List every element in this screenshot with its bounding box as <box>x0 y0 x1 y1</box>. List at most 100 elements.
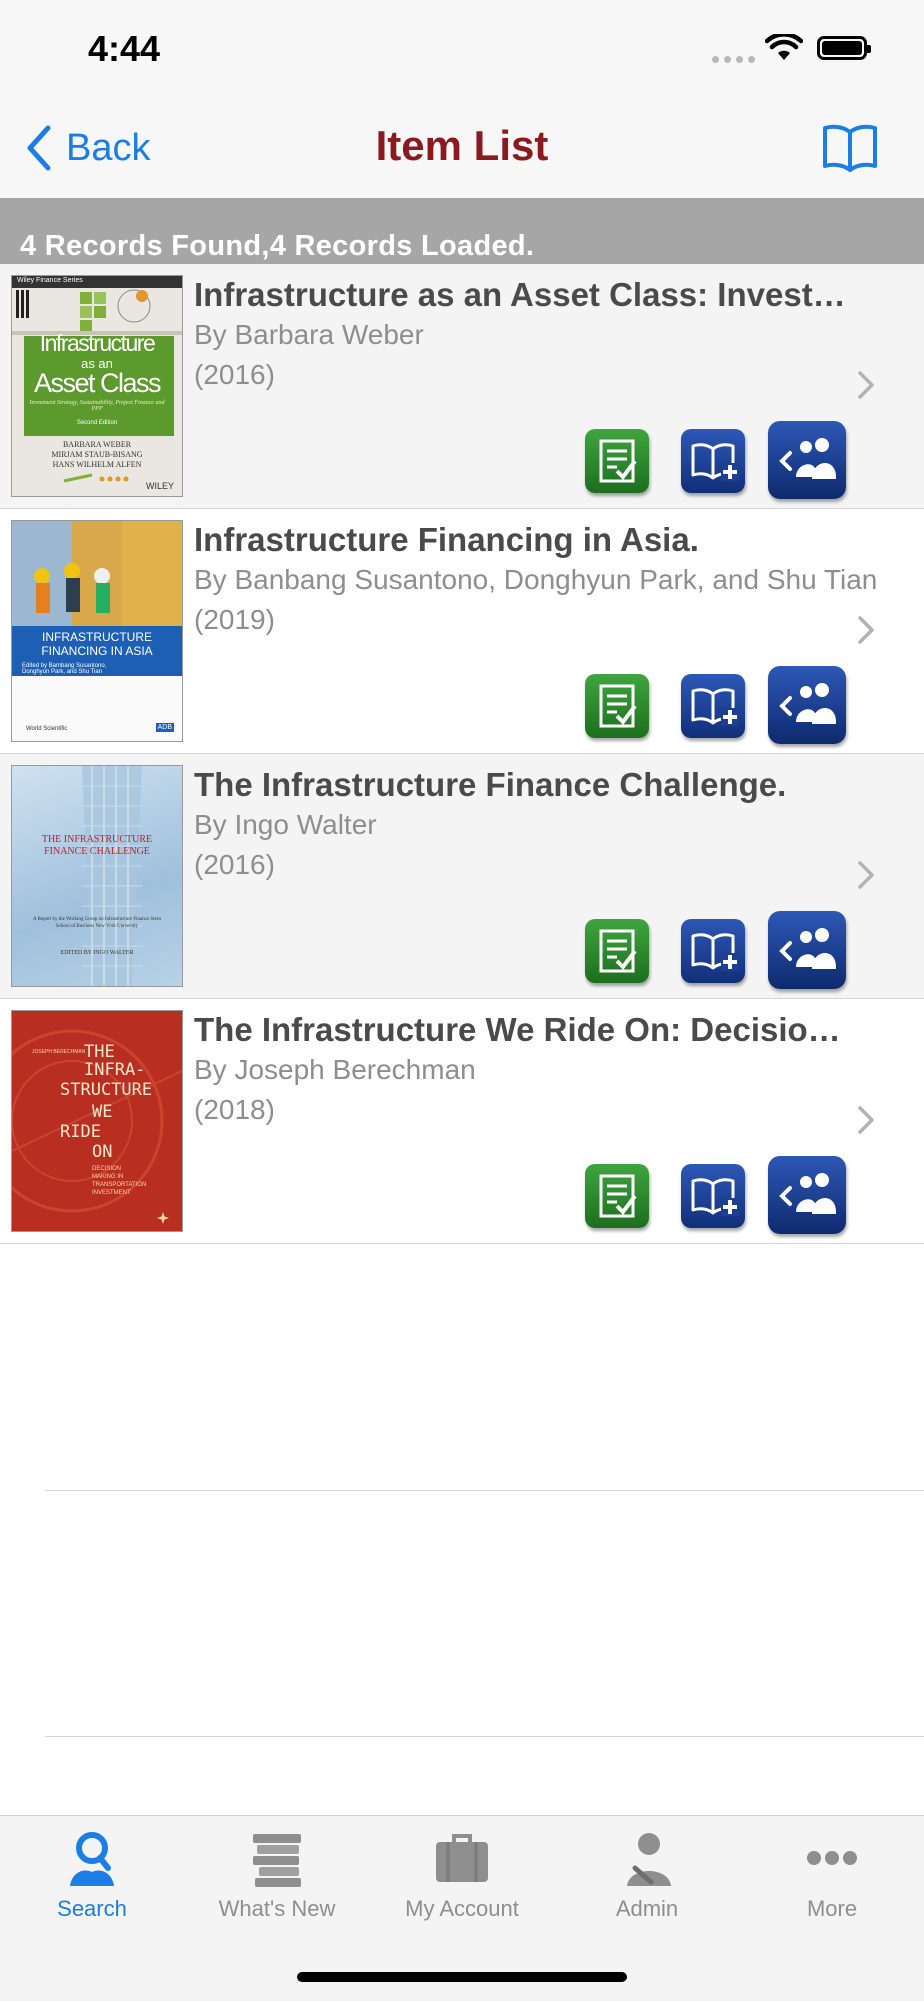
item-author: By Barbara Weber <box>194 319 424 350</box>
item-title[interactable]: Infrastructure Financing in Asia. <box>194 521 902 559</box>
chevron-right-icon <box>858 861 874 889</box>
records-count-text: 4 Records Found,4 Records Loaded. <box>20 230 535 262</box>
checklist-icon <box>599 439 637 483</box>
cover-report: A Report by the Working Group on Infrast… <box>33 917 161 929</box>
share-people-icon <box>779 438 836 479</box>
add-to-shelf-button[interactable] <box>681 429 745 493</box>
add-to-shelf-button[interactable] <box>681 674 745 738</box>
item-year: (2016) <box>194 849 275 880</box>
review-button[interactable] <box>585 1164 649 1228</box>
tab-label: Search <box>57 1896 127 1921</box>
checklist-icon <box>599 1174 637 1218</box>
more-dots-icon <box>807 1851 857 1865</box>
checklist-icon <box>599 684 637 728</box>
records-banner: 4 Records Found,4 Records Loaded. <box>0 198 924 264</box>
tab-label: More <box>806 1896 858 1921</box>
cover-title-line: ON <box>92 1142 113 1162</box>
cover-title-line3: Asset Class <box>33 368 162 398</box>
book-cover: INFRASTRUCTURE FINANCING IN ASIA Edited … <box>11 520 183 742</box>
page-title: Item List <box>375 122 549 169</box>
list-item[interactable]: JOSEPH BERECHMAN THE INFRA- STRUCTURE WE… <box>0 999 924 1244</box>
empty-row-divider <box>45 1490 924 1491</box>
cover-author: MIRJAM STAUB-BISANG <box>51 450 143 459</box>
item-title[interactable]: The Infrastructure Finance Challenge. <box>194 766 902 804</box>
review-button[interactable] <box>585 919 649 983</box>
status-bar: 4:44 <box>0 0 924 100</box>
share-button[interactable] <box>768 421 846 499</box>
list-item[interactable]: THE INFRASTRUCTURE FINANCE CHALLENGE A R… <box>0 754 924 999</box>
item-year: (2016) <box>194 359 275 390</box>
cover-title-line1: THE INFRASTRUCTURE <box>41 834 153 845</box>
item-list: Wiley Finance Series Infrastructure as a… <box>0 264 924 1244</box>
list-item[interactable]: Wiley Finance Series Infrastructure as a… <box>0 264 924 509</box>
share-button[interactable] <box>768 911 846 989</box>
cover-subtitle-line: DECISION <box>92 1166 122 1172</box>
cover-subtitle: Investment Strategy, Sustainability, Pro… <box>29 400 165 412</box>
item-title[interactable]: The Infrastructure We Ride On: Decisio… <box>194 1011 902 1049</box>
cover-title-line2: FINANCING IN ASIA <box>41 644 153 658</box>
battery-icon <box>817 36 871 60</box>
add-to-shelf-button[interactable] <box>681 919 745 983</box>
item-year: (2018) <box>194 1094 275 1125</box>
books-stack-icon <box>253 1834 301 1887</box>
share-people-icon <box>779 1173 836 1214</box>
tab-admin[interactable]: Admin <box>555 1816 739 1926</box>
tab-label: My Account <box>405 1896 519 1921</box>
list-item[interactable]: INFRASTRUCTURE FINANCING IN ASIA Edited … <box>0 509 924 754</box>
cover-author: BARBARA WEBER <box>62 440 132 449</box>
cover-title-line1: INFRASTRUCTURE <box>42 630 152 644</box>
chevron-right-icon <box>858 1106 874 1134</box>
cover-author: HANS WILHELM ALFEN <box>52 460 142 469</box>
book-cover: JOSEPH BERECHMAN THE INFRA- STRUCTURE WE… <box>11 1010 183 1232</box>
cover-subtitle-line: MAKING IN <box>92 1174 124 1180</box>
tab-whats-new[interactable]: What's New <box>185 1816 369 1926</box>
chevron-right-icon <box>858 616 874 644</box>
cover-title-line: THE <box>84 1042 115 1062</box>
share-button[interactable] <box>768 1156 846 1234</box>
book-cover: Wiley Finance Series Infrastructure as a… <box>11 275 183 497</box>
item-author: By Joseph Berechman <box>194 1054 476 1085</box>
cover-author: JOSEPH BERECHMAN <box>32 1049 86 1055</box>
home-indicator <box>297 1972 627 1982</box>
cover-subtitle-line: TRANSPORTATION <box>92 1182 147 1188</box>
book-cover: THE INFRASTRUCTURE FINANCE CHALLENGE A R… <box>11 765 183 987</box>
wifi-icon <box>765 34 803 60</box>
admin-person-icon <box>627 1833 671 1886</box>
cover-title-line2: FINANCE CHALLENGE <box>44 846 150 857</box>
cover-title-line: STRUCTURE <box>60 1080 153 1100</box>
tab-more[interactable]: More <box>740 1816 924 1926</box>
briefcase-icon <box>436 1834 488 1882</box>
book-plus-icon <box>691 1178 739 1216</box>
signal-icon <box>712 56 755 63</box>
cover-editor: EDITED BY INGO WALTER <box>60 950 134 956</box>
share-people-icon <box>779 683 836 724</box>
item-author: By Banbang Susantono, Donghyun Park, and… <box>194 564 878 595</box>
cover-title-line: WE <box>92 1102 113 1122</box>
checklist-icon <box>599 929 637 973</box>
empty-row-divider <box>45 1736 924 1737</box>
cover-subtitle-line: INVESTMENT <box>92 1190 131 1196</box>
tab-label: Admin <box>615 1896 679 1921</box>
cover-title-line: RIDE <box>60 1122 101 1142</box>
cover-series: Wiley Finance Series <box>17 277 83 284</box>
tab-search[interactable]: Search <box>0 1816 184 1926</box>
book-plus-icon <box>691 688 739 726</box>
search-person-icon <box>70 1832 114 1886</box>
item-author: By Ingo Walter <box>194 809 377 840</box>
book-plus-icon <box>691 443 739 481</box>
share-button[interactable] <box>768 666 846 744</box>
cover-title-line: INFRA- <box>84 1060 146 1080</box>
cover-publisher: World Scientific <box>26 726 68 732</box>
cover-edition: Second Edition <box>76 420 118 426</box>
item-year: (2019) <box>194 604 275 635</box>
open-book-icon[interactable] <box>820 122 880 174</box>
cover-title-line1: Infrastructure <box>39 330 156 356</box>
review-button[interactable] <box>585 674 649 738</box>
chevron-right-icon <box>858 371 874 399</box>
cover-badge: ADB <box>155 723 174 732</box>
review-button[interactable] <box>585 429 649 493</box>
item-title[interactable]: Infrastructure as an Asset Class: Invest… <box>194 276 902 314</box>
add-to-shelf-button[interactable] <box>681 1164 745 1228</box>
book-plus-icon <box>691 933 739 971</box>
tab-my-account[interactable]: My Account <box>370 1816 554 1926</box>
